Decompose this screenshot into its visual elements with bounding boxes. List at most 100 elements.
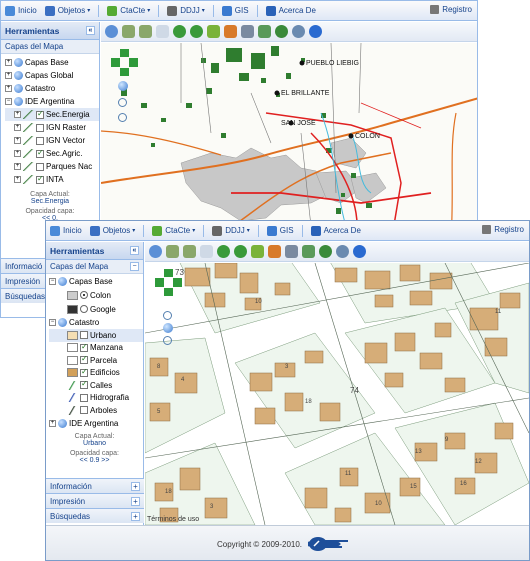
expand-icon[interactable]: + <box>131 497 140 506</box>
base-option-google[interactable]: Google <box>49 302 143 316</box>
layer-capas-base[interactable]: + Capas Base <box>5 56 99 69</box>
menu-objetos[interactable]: Objetos ▾ <box>44 5 90 16</box>
earth-icon[interactable] <box>275 25 288 38</box>
pan-hand-icon[interactable] <box>156 25 169 38</box>
layers-collapse-icon[interactable]: − <box>130 262 139 271</box>
measure-icon[interactable] <box>268 245 281 258</box>
layer-checkbox[interactable] <box>80 393 88 402</box>
expand-icon[interactable]: + <box>131 482 140 491</box>
print-icon[interactable] <box>241 25 254 38</box>
catastro-layer-hidrografia[interactable]: Hidrografia <box>49 392 143 405</box>
base-option-colon[interactable]: Colon <box>49 288 143 302</box>
layer-sec-agric-[interactable]: +Sec.Agric. <box>5 147 99 160</box>
front-panel-informacion[interactable]: Información + <box>46 478 144 493</box>
layer-ign-vector[interactable]: + IGN Vector <box>5 134 99 147</box>
terms-link[interactable]: Términos de uso <box>147 516 199 523</box>
settings-globe-icon[interactable] <box>336 245 349 258</box>
front-panel-impresion[interactable]: Impresión + <box>46 493 144 508</box>
collapse-tree-icon[interactable]: − <box>49 319 56 326</box>
menu-ctacte[interactable]: CtaCte ▾ <box>107 5 150 16</box>
menu-acerca-de[interactable]: Acerca De <box>265 5 316 16</box>
expand-icon[interactable]: + <box>131 512 140 521</box>
layer-checkbox[interactable] <box>80 367 88 377</box>
catastro-layer-urbano[interactable]: Urbano <box>49 329 143 342</box>
catastro-layer-edificios[interactable]: Edificios <box>49 367 143 380</box>
zoom-out-tool-icon[interactable] <box>183 245 196 258</box>
layer-checkbox[interactable] <box>80 342 88 352</box>
collapse-tree-icon[interactable]: − <box>49 278 56 285</box>
back-registro-link[interactable]: Registro <box>430 5 472 14</box>
catastro-layer-calles[interactable]: Calles <box>49 379 143 392</box>
layer-ign-raster[interactable]: + IGN Raster <box>5 121 99 134</box>
expand-tree-icon[interactable]: + <box>14 124 21 131</box>
layer-ide-argentina[interactable]: − IDE Argentina <box>5 95 99 108</box>
expand-tree-icon[interactable]: + <box>14 137 21 144</box>
globe-nav-icon[interactable] <box>105 25 118 38</box>
expand-tree-icon[interactable]: + <box>14 176 21 183</box>
expand-tree-icon[interactable]: + <box>14 111 21 118</box>
catastro-layer-parcela[interactable]: Parcela <box>49 354 143 367</box>
expand-tree-icon[interactable]: + <box>14 150 21 157</box>
zoom-out-tool-icon[interactable] <box>139 25 152 38</box>
forward-arrow-icon[interactable] <box>190 25 203 38</box>
menu-ddjj[interactable]: DDJJ ▾ <box>167 5 205 16</box>
menu-gis[interactable]: GIS <box>266 225 294 236</box>
front-zoom-out-icon[interactable] <box>163 336 172 345</box>
expand-tree-icon[interactable]: + <box>5 59 12 66</box>
front-registro-link[interactable]: Registro <box>482 225 524 234</box>
catastro-layer-manzana[interactable]: Manzana <box>49 342 143 355</box>
help-icon[interactable] <box>309 25 322 38</box>
layer-checkbox[interactable] <box>36 162 44 171</box>
catastro-layer-arboles[interactable]: Arboles <box>49 404 143 417</box>
expand-tree-icon[interactable]: + <box>5 85 12 92</box>
menu-ctacte[interactable]: CtaCte ▾ <box>152 225 195 236</box>
collapse-icon[interactable]: « <box>86 26 95 35</box>
back-panel-impresion[interactable]: Impresión <box>1 273 49 288</box>
front-map-canvas[interactable]: 73 74 18 10 11 13 8 4 5 3 10 15 3 9 12 18 11 16 Términos … <box>145 263 529 525</box>
info-icon[interactable] <box>207 25 220 38</box>
tree-ide-argentina[interactable]: + IDE Argentina <box>49 417 143 430</box>
front-zoom-world-icon[interactable] <box>163 323 173 333</box>
back-zoom-out-icon[interactable] <box>118 113 127 122</box>
menu-objetos[interactable]: Objetos ▾ <box>89 225 135 236</box>
collapse-icon[interactable]: « <box>130 246 139 255</box>
zoom-in-tool-icon[interactable] <box>166 245 179 258</box>
layer-catastro[interactable]: + Catastro <box>5 82 99 95</box>
layer-inta[interactable]: +INTA <box>5 173 99 186</box>
layer-checkbox[interactable] <box>36 123 44 132</box>
expand-tree-icon[interactable]: + <box>14 163 21 170</box>
info-icon[interactable] <box>251 245 264 258</box>
layer-checkbox[interactable] <box>80 379 88 390</box>
settings-globe-icon[interactable] <box>292 25 305 38</box>
expand-tree-icon[interactable]: + <box>49 419 56 427</box>
layer-icon[interactable] <box>258 25 271 38</box>
menu-ddjj[interactable]: DDJJ ▾ <box>212 225 250 236</box>
menu-gis[interactable]: GIS <box>221 5 249 16</box>
front-panel-busquedas[interactable]: Búsquedas + <box>46 508 144 523</box>
back-panel-busquedas[interactable]: Búsquedas <box>1 288 49 303</box>
collapse-tree-icon[interactable]: − <box>5 98 12 105</box>
zoom-in-tool-icon[interactable] <box>122 25 135 38</box>
print-icon[interactable] <box>285 245 298 258</box>
base-radio[interactable] <box>80 305 88 313</box>
layer-checkbox[interactable] <box>80 406 88 415</box>
earth-icon[interactable] <box>319 245 332 258</box>
layer-checkbox[interactable] <box>36 148 44 158</box>
help-icon[interactable] <box>353 245 366 258</box>
base-radio[interactable] <box>80 291 88 299</box>
menu-inicio[interactable]: Inicio <box>50 225 82 236</box>
back-zoom-in-icon[interactable] <box>118 98 127 107</box>
back-arrow-icon[interactable] <box>217 245 230 258</box>
tree-capas-base[interactable]: − Capas Base <box>49 275 143 288</box>
layer-sec-energia[interactable]: +Sec.Energia <box>5 108 99 121</box>
tree-catastro[interactable]: − Catastro <box>49 316 143 329</box>
menu-acerca-de[interactable]: Acerca De <box>310 225 361 236</box>
layer-checkbox[interactable] <box>80 331 88 340</box>
menu-inicio[interactable]: Inicio <box>5 5 37 16</box>
expand-tree-icon[interactable]: + <box>5 72 12 79</box>
back-zoom-world-icon[interactable] <box>118 81 128 91</box>
globe-nav-icon[interactable] <box>149 245 162 258</box>
layer-checkbox[interactable] <box>36 174 44 184</box>
layer-checkbox[interactable] <box>36 136 44 145</box>
back-pan-control[interactable] <box>111 49 138 77</box>
